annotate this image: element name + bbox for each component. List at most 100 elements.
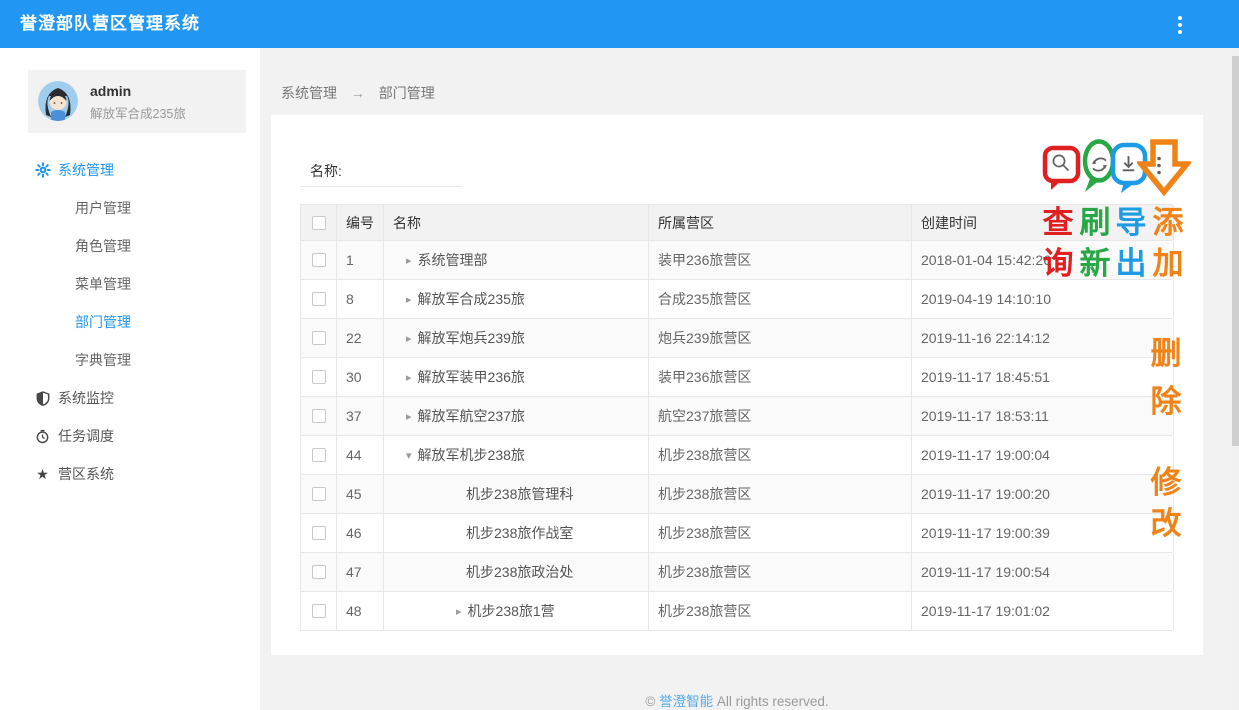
main-area: 系统管理 → 部门管理 名称: xyxy=(260,48,1239,710)
copyright-symbol: © xyxy=(645,694,655,709)
export-button[interactable] xyxy=(1118,153,1140,175)
table-row: 44 ▾解放军机步238旅 机步238旅营区 2019-11-17 19:00:… xyxy=(300,436,1173,475)
cell-name: ▸解放军合成235旅 xyxy=(384,280,649,318)
rights-text: All rights reserved. xyxy=(717,694,829,709)
table-row: 45 机步238旅管理科 机步238旅营区 2019-11-17 19:00:2… xyxy=(300,475,1173,514)
cell-time: 2019-11-17 18:45:51 xyxy=(912,358,1174,396)
cell-name: ▸解放军炮兵239旅 xyxy=(384,319,649,357)
cell-id: 22 xyxy=(337,319,384,357)
sidebar-item-camp-system[interactable]: ★ 营区系统 xyxy=(0,455,260,493)
chevron-right-icon[interactable]: ▸ xyxy=(406,293,412,306)
shield-icon xyxy=(34,390,51,407)
clock-icon xyxy=(34,428,51,445)
row-checkbox[interactable] xyxy=(312,448,326,462)
sidebar-item-label: 用户管理 xyxy=(75,198,131,218)
column-header-camp: 所属营区 xyxy=(649,205,912,240)
sidebar-item-label: 部门管理 xyxy=(75,312,131,332)
row-checkbox[interactable] xyxy=(312,604,326,618)
sidebar-item-user-manage[interactable]: 用户管理 xyxy=(0,189,260,227)
cell-name: 机步238旅作战室 xyxy=(384,514,649,552)
sidebar-item-role-manage[interactable]: 角色管理 xyxy=(0,227,260,265)
cell-camp: 机步238旅营区 xyxy=(649,475,912,513)
cell-camp: 机步238旅营区 xyxy=(649,514,912,552)
chevron-right-icon[interactable]: ▸ xyxy=(406,332,412,345)
sidebar-item-system-monitor[interactable]: 系统监控 xyxy=(0,379,260,417)
cell-time: 2019-11-17 19:00:20 xyxy=(912,475,1174,513)
avatar xyxy=(38,81,78,121)
more-actions-button[interactable] xyxy=(1149,154,1171,176)
chevron-right-icon[interactable]: ▸ xyxy=(406,371,412,384)
table-row: 46 机步238旅作战室 机步238旅营区 2019-11-17 19:00:3… xyxy=(300,514,1173,553)
top-bar: 誉澄部队营区管理系统 xyxy=(0,0,1239,48)
breadcrumb: 系统管理 → 部门管理 xyxy=(281,83,435,103)
table-row: 37 ▸解放军航空237旅 航空237旅营区 2019-11-17 18:53:… xyxy=(300,397,1173,436)
footer: © 誉澄智能 All rights reserved. xyxy=(271,690,1203,710)
sidebar-item-label: 菜单管理 xyxy=(75,274,131,294)
row-checkbox[interactable] xyxy=(312,331,326,345)
sidebar-item-task-schedule[interactable]: 任务调度 xyxy=(0,417,260,455)
scrollbar-thumb[interactable] xyxy=(1232,56,1239,446)
table-row: 22 ▸解放军炮兵239旅 炮兵239旅营区 2019-11-16 22:14:… xyxy=(300,319,1173,358)
search-label: 名称: xyxy=(310,161,342,181)
gear-icon xyxy=(34,162,51,179)
cell-time: 2019-11-17 19:01:02 xyxy=(912,592,1174,630)
sidebar-item-dept-manage[interactable]: 部门管理 xyxy=(0,303,260,341)
cell-id: 30 xyxy=(337,358,384,396)
user-info-box: admin 解放军合成235旅 xyxy=(28,70,246,133)
cell-name: ▸机步238旅1营 xyxy=(384,592,649,630)
page-scrollbar[interactable] xyxy=(1232,48,1239,710)
sidebar-item-label: 任务调度 xyxy=(58,426,114,446)
star-icon: ★ xyxy=(34,466,51,483)
sidebar-item-menu-manage[interactable]: 菜单管理 xyxy=(0,265,260,303)
app-title: 誉澄部队营区管理系统 xyxy=(20,0,200,48)
chevron-right-icon[interactable]: ▸ xyxy=(456,605,462,618)
row-checkbox[interactable] xyxy=(312,487,326,501)
refresh-button[interactable] xyxy=(1089,154,1111,176)
cell-time: 2019-04-19 14:10:10 xyxy=(912,280,1174,318)
sidebar-item-label: 字典管理 xyxy=(75,350,131,370)
cell-time: 2018-01-04 15:42:26 xyxy=(912,241,1174,279)
cell-id: 48 xyxy=(337,592,384,630)
kebab-menu-icon[interactable] xyxy=(1172,13,1188,37)
row-checkbox[interactable] xyxy=(312,253,326,267)
breadcrumb-separator: → xyxy=(351,85,365,101)
row-checkbox[interactable] xyxy=(312,409,326,423)
sidebar-item-label: 系统监控 xyxy=(58,388,114,408)
table-header: 编号 名称 所属营区 创建时间 xyxy=(300,205,1173,241)
column-header-time: 创建时间 xyxy=(912,205,1174,240)
cell-time: 2019-11-17 19:00:04 xyxy=(912,436,1174,474)
table-body: 1 ▸系统管理部 装甲236旅营区 2018-01-04 15:42:26 8 … xyxy=(300,241,1173,631)
sidebar-item-label: 系统管理 xyxy=(58,160,114,180)
search-button[interactable] xyxy=(1050,152,1072,174)
chevron-down-icon[interactable]: ▾ xyxy=(406,449,412,462)
sidebar-item-dict-manage[interactable]: 字典管理 xyxy=(0,341,260,379)
cell-id: 1 xyxy=(337,241,384,279)
row-checkbox[interactable] xyxy=(312,526,326,540)
cell-camp: 机步238旅营区 xyxy=(649,436,912,474)
cell-name: ▸解放军装甲236旅 xyxy=(384,358,649,396)
row-checkbox[interactable] xyxy=(312,292,326,306)
sidebar-menu: 系统管理 用户管理 角色管理 菜单管理 部门管理 字典管理 系统监控 xyxy=(0,151,260,493)
sidebar-item-system-manage[interactable]: 系统管理 xyxy=(0,151,260,189)
cell-camp: 机步238旅营区 xyxy=(649,553,912,591)
cell-name: 机步238旅管理科 xyxy=(384,475,649,513)
table-row: 47 机步238旅政治处 机步238旅营区 2019-11-17 19:00:5… xyxy=(300,553,1173,592)
column-header-name: 名称 xyxy=(384,205,649,240)
sidebar-item-label: 营区系统 xyxy=(58,464,114,484)
table-row: 48 ▸机步238旅1营 机步238旅营区 2019-11-17 19:01:0… xyxy=(300,592,1173,631)
company-link[interactable]: 誉澄智能 xyxy=(659,694,713,709)
content-card: 名称: xyxy=(271,115,1203,655)
breadcrumb-current: 部门管理 xyxy=(379,85,435,101)
cell-camp: 航空237旅营区 xyxy=(649,397,912,435)
department-table: 编号 名称 所属营区 创建时间 1 ▸系统管理部 装甲236旅营区 2018-0… xyxy=(300,204,1173,631)
chevron-right-icon[interactable]: ▸ xyxy=(406,410,412,423)
row-checkbox[interactable] xyxy=(312,565,326,579)
cell-name: ▸解放军航空237旅 xyxy=(384,397,649,435)
cell-camp: 机步238旅营区 xyxy=(649,592,912,630)
select-all-checkbox[interactable] xyxy=(312,216,326,230)
chevron-right-icon[interactable]: ▸ xyxy=(406,254,412,267)
row-checkbox[interactable] xyxy=(312,370,326,384)
table-row: 1 ▸系统管理部 装甲236旅营区 2018-01-04 15:42:26 xyxy=(300,241,1173,280)
column-header-id: 编号 xyxy=(337,205,384,240)
cell-id: 47 xyxy=(337,553,384,591)
